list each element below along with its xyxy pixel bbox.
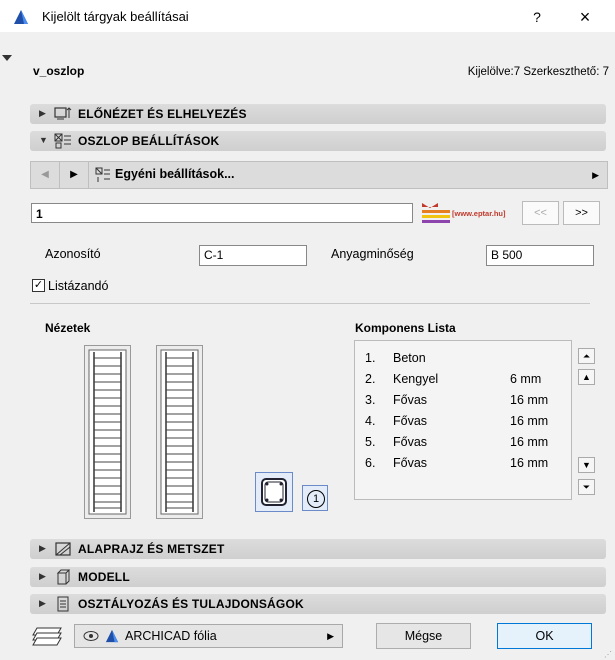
item-value: 16 mm xyxy=(510,435,549,449)
panel-preview-label: ELŐNÉZET ÉS ELHELYEZÉS xyxy=(78,107,247,121)
panel-plan-section-label: ALAPRAJZ ÉS METSZET xyxy=(78,542,225,556)
favorite-prev-button[interactable]: ◀ xyxy=(31,162,60,188)
list-item[interactable]: 3. Fővas 16 mm xyxy=(355,393,565,411)
cancel-button[interactable]: Mégse xyxy=(376,623,471,649)
list-item[interactable]: 2. Kengyel 6 mm xyxy=(355,372,565,390)
item-number: 1. xyxy=(365,351,376,365)
section-number-icon[interactable]: 1 xyxy=(302,485,328,511)
ok-button[interactable]: OK xyxy=(497,623,592,649)
rebar-elevation-graphic xyxy=(88,349,127,515)
separator xyxy=(30,303,590,304)
rebar-elevation-graphic xyxy=(160,349,199,515)
item-value: 16 mm xyxy=(510,414,549,428)
list-item[interactable]: 4. Fővas 16 mm xyxy=(355,414,565,432)
plan-section-panel-icon xyxy=(55,542,71,556)
favorites-icon xyxy=(95,167,110,182)
eye-icon[interactable] xyxy=(83,630,99,642)
panel-model-label: MODELL xyxy=(78,570,130,584)
item-name: Fővas xyxy=(393,456,428,470)
panel-classification-label: OSZTÁLYOZÁS ÉS TULAJDONSÁGOK xyxy=(78,597,304,611)
close-button[interactable]: × xyxy=(570,6,600,28)
page-next-button[interactable]: >> xyxy=(563,201,600,225)
favorites-bar: ◀ ▶ Egyéni beállítások... ▶ xyxy=(30,161,608,189)
scroll-bottom-button[interactable]: ⏷ xyxy=(578,479,595,495)
panel-plan-section-header[interactable]: ▶ ALAPRAJZ ÉS METSZET xyxy=(30,539,606,559)
selection-info: Kijelölve:7 Szerkeszthető: 7 xyxy=(467,66,609,78)
dropdown-arrow-icon: ▶ xyxy=(327,631,334,641)
item-name: Kengyel xyxy=(393,372,439,386)
material-input[interactable]: B 500 xyxy=(486,245,594,266)
id-label: Azonosító xyxy=(45,247,101,261)
list-item[interactable]: 5. Fővas 16 mm xyxy=(355,435,565,453)
panel-model-header[interactable]: ▶ MODELL xyxy=(30,567,606,587)
listable-label: Listázandó xyxy=(48,279,109,293)
item-number: 5. xyxy=(365,435,376,449)
column-view-side xyxy=(156,345,203,519)
item-value: 16 mm xyxy=(510,456,549,470)
eptar-logo: [www.eptar.hu] xyxy=(420,201,515,225)
favorites-label[interactable]: Egyéni beállítások... xyxy=(115,167,235,181)
model-panel-icon xyxy=(56,569,71,585)
panel-column-settings-header[interactable]: ▼ OSZLOP BEÁLLÍTÁSOK xyxy=(30,131,606,151)
section-number: 1 xyxy=(307,490,325,508)
listable-checkbox[interactable]: ✓ xyxy=(32,279,45,292)
expand-arrow-icon: ▶ xyxy=(39,598,46,608)
list-item[interactable]: 1. Beton xyxy=(355,351,565,369)
object-name: v_oszlop xyxy=(33,64,85,78)
components-title: Komponens Lista xyxy=(355,321,456,335)
column-view-front xyxy=(84,345,131,519)
item-name: Fővas xyxy=(393,414,428,428)
layer-dropdown[interactable]: ARCHICAD fólia ▶ xyxy=(74,624,343,648)
item-number: 3. xyxy=(365,393,376,407)
components-list[interactable]: 1. Beton 2. Kengyel 6 mm 3. Fővas 16 mm … xyxy=(354,340,572,500)
favorites-dropdown-arrow-icon[interactable]: ▶ xyxy=(592,170,599,181)
item-number: 6. xyxy=(365,456,376,470)
scroll-up-button[interactable]: ▲ xyxy=(578,369,595,385)
help-button[interactable]: ? xyxy=(522,6,552,28)
list-item[interactable]: 6. Fővas 16 mm xyxy=(355,456,565,474)
panel-preview-header[interactable]: ▶ ELŐNÉZET ÉS ELHELYEZÉS xyxy=(30,104,606,124)
layer-settings-icon[interactable] xyxy=(31,626,63,646)
expand-arrow-icon: ▶ xyxy=(39,543,46,553)
favorite-next-button[interactable]: ▶ xyxy=(60,162,89,188)
id-input[interactable]: C-1 xyxy=(199,245,307,266)
item-value: 6 mm xyxy=(510,372,542,386)
item-value: 16 mm xyxy=(510,393,549,407)
window-title: Kijelölt tárgyak beállításai xyxy=(42,9,189,24)
item-name: Fővas xyxy=(393,435,428,449)
panel-column-settings-label: OSZLOP BEÁLLÍTÁSOK xyxy=(78,134,220,148)
collapse-all-icon[interactable] xyxy=(2,55,12,61)
resize-grip-icon[interactable]: ⋰ xyxy=(604,650,612,659)
item-name: Fővas xyxy=(393,393,428,407)
cross-section-icon[interactable] xyxy=(255,472,293,512)
expand-arrow-icon: ▶ xyxy=(39,571,46,581)
expand-arrow-icon: ▶ xyxy=(39,108,46,118)
column-settings-panel-icon xyxy=(54,133,71,149)
material-label: Anyagminőség xyxy=(331,247,414,261)
layer-name: ARCHICAD fólia xyxy=(125,629,217,643)
archicad-app-icon xyxy=(14,10,28,24)
item-number: 4. xyxy=(365,414,376,428)
scroll-down-button[interactable]: ▼ xyxy=(578,457,595,473)
eptar-logo-text: [www.eptar.hu] xyxy=(452,209,506,218)
layer-icon xyxy=(105,629,119,643)
preview-panel-icon xyxy=(54,107,72,120)
classification-panel-icon xyxy=(57,596,69,612)
page-prev-button[interactable]: << xyxy=(522,201,559,225)
panel-classification-header[interactable]: ▶ OSZTÁLYOZÁS ÉS TULAJDONSÁGOK xyxy=(30,594,606,614)
item-number: 2. xyxy=(365,372,376,386)
column-name-input[interactable]: 1 xyxy=(31,203,413,223)
views-title: Nézetek xyxy=(45,321,91,335)
item-name: Beton xyxy=(393,351,426,365)
collapse-arrow-icon: ▼ xyxy=(39,135,48,145)
scroll-top-button[interactable]: ⏶ xyxy=(578,348,595,364)
